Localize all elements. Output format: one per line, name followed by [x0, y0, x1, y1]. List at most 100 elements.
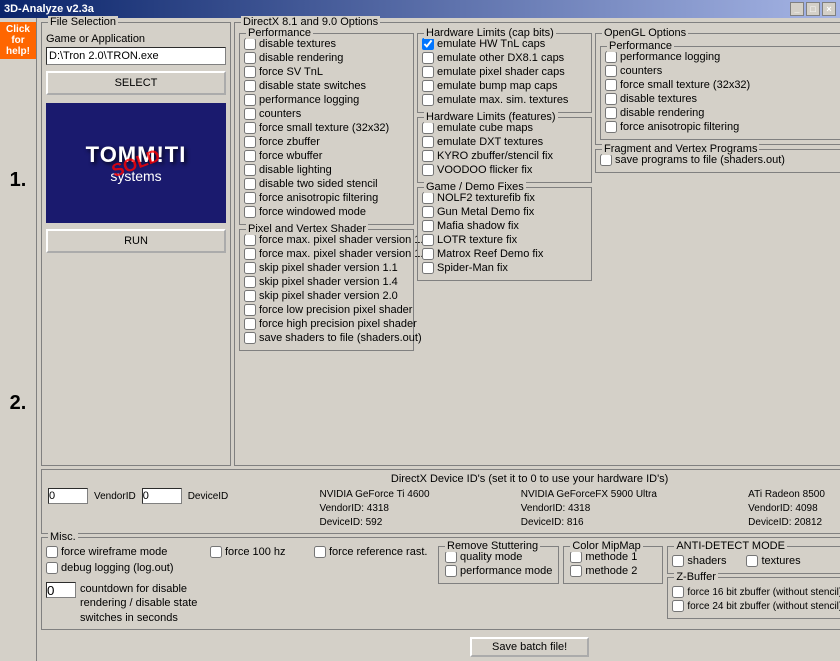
- cb_skip_pxs14-checkbox[interactable]: [244, 276, 256, 288]
- countdown-area: countdown for disable rendering / disabl…: [46, 582, 206, 625]
- cb_methode1-checkbox[interactable]: [570, 551, 582, 563]
- main-container: Click for help! 1. 2. File Selection Gam…: [0, 18, 840, 661]
- cb_ogl_perf_log-checkbox[interactable]: [605, 51, 617, 63]
- hw-limits-cap-box: Hardware Limits (cap bits) emulate HW Tn…: [417, 33, 592, 113]
- cb_disable_state_switches-checkbox[interactable]: [244, 80, 256, 92]
- select-button[interactable]: SELECT: [46, 71, 226, 95]
- close-button[interactable]: ×: [822, 2, 836, 16]
- ad-textures-checkbox[interactable]: [746, 555, 758, 567]
- cb_spiderman-checkbox[interactable]: [422, 262, 434, 274]
- maximize-button[interactable]: □: [806, 2, 820, 16]
- cb_disable_rendering-checkbox[interactable]: [244, 52, 256, 64]
- cb_ogl_dis_tex-checkbox[interactable]: [605, 93, 617, 105]
- cb_save_programs-checkbox[interactable]: [600, 154, 612, 166]
- cb_emul_cube-label: emulate cube maps: [437, 122, 533, 134]
- cb_kyro_zbuf-checkbox[interactable]: [422, 150, 434, 162]
- cb_disable_lighting-checkbox[interactable]: [244, 164, 256, 176]
- checkbox-row-cb_emul_cube: emulate cube maps: [422, 122, 587, 134]
- cb_perf_mode-checkbox[interactable]: [445, 565, 457, 577]
- cb_emul_dxt-checkbox[interactable]: [422, 136, 434, 148]
- zbuffer-title: Z-Buffer: [674, 571, 718, 583]
- vendor-id-input[interactable]: [48, 488, 88, 504]
- nvidia-ti4600-name: NVIDIA GeForce Ti 4600: [320, 488, 430, 502]
- cb_ogl_dis_rend-checkbox[interactable]: [605, 107, 617, 119]
- save-batch-button[interactable]: Save batch file!: [470, 637, 589, 657]
- cb_disable_textures-checkbox[interactable]: [244, 38, 256, 50]
- misc-100hz-row: force 100 hz: [210, 546, 310, 558]
- cb_force_aniso-checkbox[interactable]: [244, 192, 256, 204]
- cb_mafia-checkbox[interactable]: [422, 220, 434, 232]
- zbuffer-group: Z-Buffer force 16 bit zbuffer (without s…: [667, 577, 840, 619]
- cb_pxs11-checkbox[interactable]: [244, 234, 256, 246]
- game-fix-checkboxes: NOLF2 texturefib fixGun Metal Demo fixMa…: [422, 192, 587, 274]
- checkbox-row-cb_ogl_counters: counters: [605, 65, 840, 77]
- stutter-group: Remove Stuttering quality modeperformanc…: [438, 546, 559, 584]
- cb_f24_without_stencil-checkbox[interactable]: [672, 600, 684, 612]
- cb_emul_cube-checkbox[interactable]: [422, 122, 434, 134]
- game-app-label: Game or Application: [46, 33, 226, 45]
- run-button[interactable]: RUN: [46, 229, 226, 253]
- cb_emul_max_sim-checkbox[interactable]: [422, 94, 434, 106]
- cb_methode2-label: methode 2: [585, 565, 637, 577]
- checkbox-row-cb_force_wbuffer: force wbuffer: [244, 150, 409, 162]
- countdown-input[interactable]: [46, 582, 76, 598]
- force-100hz-checkbox[interactable]: [210, 546, 222, 558]
- device-id-input[interactable]: [142, 488, 182, 504]
- cb_disable_two_sided-checkbox[interactable]: [244, 178, 256, 190]
- checkbox-row-cb_force_small_tex: force small texture (32x32): [244, 122, 409, 134]
- game-fixes-box: Game / Demo Fixes NOLF2 texturefib fixGu…: [417, 187, 592, 281]
- cb_quality-checkbox[interactable]: [445, 551, 457, 563]
- device-ids-title: DirectX Device ID's (set it to 0 to use …: [48, 473, 840, 485]
- cb_lotr-checkbox[interactable]: [422, 234, 434, 246]
- nvidia-fx5900-vendor: VendorID: 4318: [521, 502, 657, 516]
- cb_emul_dx81-checkbox[interactable]: [422, 52, 434, 64]
- cb_matrox_reef-checkbox[interactable]: [422, 248, 434, 260]
- click-help-button[interactable]: Click for help!: [0, 22, 36, 59]
- checkbox-row-cb_emul_bump: emulate bump map caps: [422, 80, 587, 92]
- checkbox-row-cb_counters: counters: [244, 108, 409, 120]
- cb_skip_pxs20-label: skip pixel shader version 2.0: [259, 290, 398, 302]
- debug-log-checkbox[interactable]: [46, 562, 58, 574]
- checkbox-row-cb_voodoo_flicker: VOODOO flicker fix: [422, 164, 587, 176]
- force-wireframe-checkbox[interactable]: [46, 546, 58, 558]
- cb_save_programs-label: save programs to file (shaders.out): [615, 154, 785, 166]
- game-path-input[interactable]: [46, 47, 226, 65]
- ad-shaders-checkbox[interactable]: [672, 555, 684, 567]
- checkbox-row-cb_skip_pxs14: skip pixel shader version 1.4: [244, 276, 409, 288]
- cb_force_sv_tnl-checkbox[interactable]: [244, 66, 256, 78]
- cb_low_prec-checkbox[interactable]: [244, 304, 256, 316]
- cb_force_zbuffer-checkbox[interactable]: [244, 136, 256, 148]
- cb_counters-checkbox[interactable]: [244, 108, 256, 120]
- ad-shaders-label: shaders: [687, 555, 726, 567]
- cb_ogl_aniso-checkbox[interactable]: [605, 121, 617, 133]
- checkbox-row-cb_force_zbuffer: force zbuffer: [244, 136, 409, 148]
- checkbox-row-cb_skip_pxs11: skip pixel shader version 1.1: [244, 262, 409, 274]
- cb_ogl_small_tex-checkbox[interactable]: [605, 79, 617, 91]
- cb_emul_pxs_caps-checkbox[interactable]: [422, 66, 434, 78]
- cb_force_windowed-checkbox[interactable]: [244, 206, 256, 218]
- cb_emul_bump-checkbox[interactable]: [422, 80, 434, 92]
- force-ref-checkbox[interactable]: [314, 546, 326, 558]
- cb_skip_pxs11-checkbox[interactable]: [244, 262, 256, 274]
- cb_nolf2-checkbox[interactable]: [422, 192, 434, 204]
- cb_emul_hw_tnl-checkbox[interactable]: [422, 38, 434, 50]
- checkbox-row-cb_mafia: Mafia shadow fix: [422, 220, 587, 232]
- cb_high_prec-checkbox[interactable]: [244, 318, 256, 330]
- cb_voodoo_flicker-checkbox[interactable]: [422, 164, 434, 176]
- checkbox-row-cb_ogl_small_tex: force small texture (32x32): [605, 79, 840, 91]
- cb_f16_without_stencil-checkbox[interactable]: [672, 586, 684, 598]
- cb_methode2-checkbox[interactable]: [570, 565, 582, 577]
- cb_force_small_tex-checkbox[interactable]: [244, 122, 256, 134]
- cb_gunmetal-checkbox[interactable]: [422, 206, 434, 218]
- minimize-button[interactable]: _: [790, 2, 804, 16]
- cb_force_wbuffer-checkbox[interactable]: [244, 150, 256, 162]
- cb_pxs14-checkbox[interactable]: [244, 248, 256, 260]
- cb_ogl_counters-checkbox[interactable]: [605, 65, 617, 77]
- checkbox-row-cb_disable_textures: disable textures: [244, 38, 409, 50]
- cb_force_sv_tnl-label: force SV TnL: [259, 66, 323, 78]
- performance-title: Performance: [246, 27, 313, 39]
- cb_perf_logging-checkbox[interactable]: [244, 94, 256, 106]
- cb_skip_pxs20-checkbox[interactable]: [244, 290, 256, 302]
- performance-box: Performance disable texturesdisable rend…: [239, 33, 414, 225]
- cb_save_shaders-checkbox[interactable]: [244, 332, 256, 344]
